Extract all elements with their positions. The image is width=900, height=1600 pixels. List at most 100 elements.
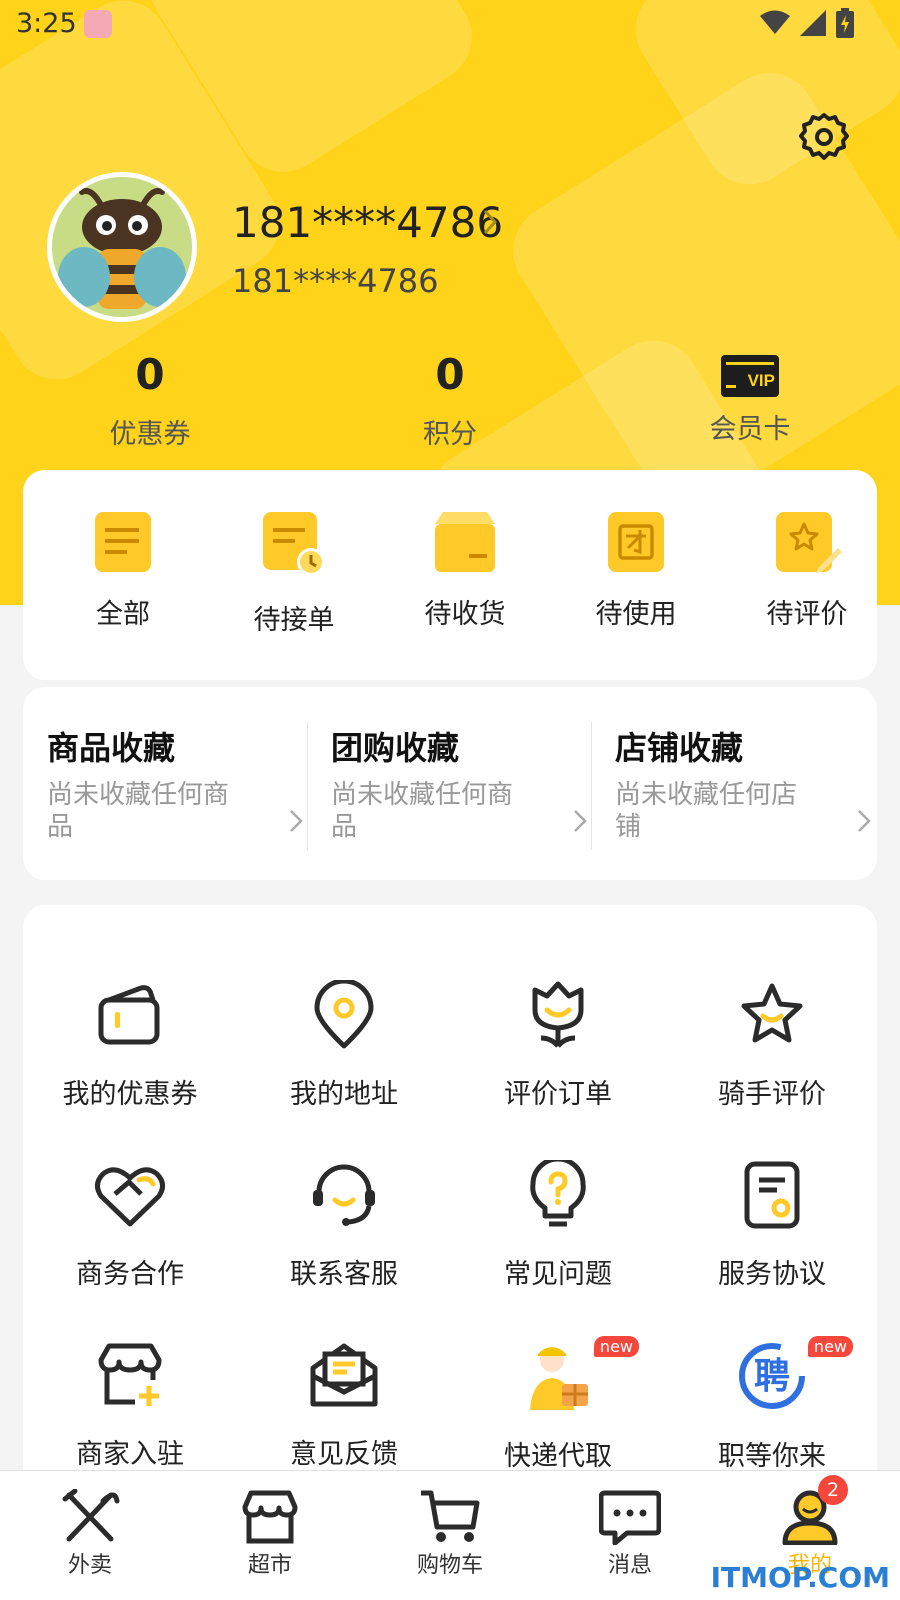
message-icon: [599, 1490, 661, 1545]
order-receiving[interactable]: 待收货: [380, 510, 550, 631]
coupon-stat[interactable]: 0 优惠券: [50, 350, 250, 451]
battery-icon: [836, 8, 854, 38]
favorite-store[interactable]: 店铺收藏 尚未收藏任何店铺: [615, 723, 885, 851]
settings-gear-icon[interactable]: [796, 110, 852, 166]
service-feedback[interactable]: 意见反馈: [237, 1340, 451, 1471]
username[interactable]: 181****4786: [232, 198, 503, 247]
vip-card-label: 会员卡: [709, 414, 791, 445]
bee-avatar-icon: [58, 188, 186, 309]
mail-icon: [310, 1343, 378, 1407]
favorite-goods[interactable]: 商品收藏 尚未收藏任何商品: [47, 723, 317, 851]
points-label: 积分: [423, 419, 477, 450]
service-jobs-label: 职等你来: [718, 1441, 826, 1472]
orders-card: 全部 待接单 待收货 待使用 待评价: [23, 470, 877, 680]
star-icon: [741, 983, 803, 1043]
order-all[interactable]: 全部: [38, 510, 208, 631]
service-merchant-join[interactable]: 商家入驻: [23, 1340, 237, 1471]
status-time: 3:25: [16, 8, 77, 39]
new-badge: new: [807, 1336, 853, 1357]
question-bulb-icon: [530, 1160, 586, 1227]
coupon-label: 优惠券: [109, 419, 191, 450]
order-pending-icon: [263, 512, 325, 576]
service-business-coop-label: 商务合作: [76, 1259, 184, 1290]
location-icon: [314, 980, 374, 1049]
chevron-right-icon[interactable]: [482, 208, 498, 236]
service-my-coupons-label: 我的优惠券: [62, 1079, 198, 1110]
user-phone: 181****4786: [232, 262, 439, 300]
wallet-icon: [98, 985, 160, 1045]
service-express-pickup-label: 快递代取: [504, 1441, 612, 1472]
tab-messages[interactable]: 消息: [560, 1489, 700, 1579]
wifi-icon: [760, 10, 790, 34]
order-receiving-label: 待收货: [424, 599, 506, 630]
headset-icon: [313, 1164, 375, 1226]
signal-icon: [800, 10, 826, 36]
service-agreement[interactable]: 服务协议: [665, 1160, 879, 1291]
favorite-groupbuy[interactable]: 团购收藏 尚未收藏任何商品: [331, 723, 601, 851]
favorites-card: 商品收藏 尚未收藏任何商品 团购收藏 尚未收藏任何商品 店铺收藏 尚未收藏任何店…: [23, 687, 877, 880]
tab-messages-label: 消息: [607, 1553, 652, 1578]
document-icon: [744, 1161, 800, 1229]
app-notification-icon: [84, 10, 112, 38]
service-rider-review-label: 骑手评价: [718, 1079, 826, 1110]
order-to-use[interactable]: 待使用: [551, 510, 721, 631]
service-customer-support[interactable]: 联系客服: [237, 1160, 451, 1291]
order-pending[interactable]: 待接单: [209, 510, 379, 637]
vip-card-icon: VIP: [721, 355, 779, 397]
store-add-icon: [98, 1343, 162, 1406]
avatar[interactable]: [47, 172, 197, 322]
coupon-count: 0: [135, 350, 165, 399]
new-badge: new: [593, 1336, 639, 1357]
chevron-right-icon: [858, 810, 871, 832]
service-review-orders-label: 评价订单: [504, 1079, 612, 1110]
chevron-right-icon: [574, 810, 587, 832]
service-express-pickup[interactable]: new 快递代取: [451, 1336, 665, 1473]
service-merchant-join-label: 商家入驻: [76, 1439, 184, 1470]
order-to-review[interactable]: 待评价: [722, 510, 892, 631]
chevron-right-icon: [290, 810, 303, 832]
order-all-icon: [95, 512, 151, 572]
favorite-groupbuy-desc: 尚未收藏任何商品: [331, 780, 514, 842]
vip-card-stat[interactable]: VIP 会员卡: [650, 350, 850, 446]
order-to-use-label: 待使用: [595, 599, 677, 630]
hire-glyph: 聘: [754, 1356, 790, 1397]
bottom-tab-bar: 外卖 超市 购物车 消息 2 我的 ITMOP.COM: [0, 1470, 900, 1600]
favorite-store-title: 店铺收藏: [615, 729, 744, 767]
points-stat[interactable]: 0 积分: [350, 350, 550, 451]
divider: [591, 722, 592, 850]
cart-icon: [421, 1490, 480, 1542]
fork-knife-icon: [62, 1489, 120, 1542]
service-my-coupons[interactable]: 我的优惠券: [23, 980, 237, 1111]
order-group-icon: [608, 512, 664, 572]
favorite-store-desc: 尚未收藏任何店铺: [615, 780, 798, 842]
service-my-address[interactable]: 我的地址: [237, 980, 451, 1111]
divider: [307, 722, 308, 850]
watermark: ITMOP.COM: [710, 1561, 890, 1594]
service-review-orders[interactable]: 评价订单: [451, 980, 665, 1111]
service-faq[interactable]: 常见问题: [451, 1160, 665, 1291]
tab-supermarket-label: 超市: [247, 1553, 292, 1578]
tab-cart[interactable]: 购物车: [380, 1489, 520, 1579]
hire-icon: 聘: [739, 1343, 805, 1409]
courier-icon: [530, 1347, 588, 1410]
tulip-icon: [532, 981, 584, 1048]
order-review-icon: [776, 512, 842, 573]
service-faq-label: 常见问题: [504, 1259, 612, 1290]
service-customer-support-label: 联系客服: [290, 1259, 398, 1290]
order-box-icon: [435, 512, 495, 572]
order-pending-label: 待接单: [253, 605, 335, 636]
favorite-goods-desc: 尚未收藏任何商品: [47, 780, 230, 842]
order-to-review-label: 待评价: [766, 599, 848, 630]
service-business-coop[interactable]: 商务合作: [23, 1160, 237, 1291]
vip-text: VIP: [747, 371, 775, 390]
service-agreement-label: 服务协议: [718, 1259, 826, 1290]
favorite-groupbuy-title: 团购收藏: [331, 729, 460, 767]
service-rider-review[interactable]: 骑手评价: [665, 980, 879, 1111]
service-jobs[interactable]: 聘 new 职等你来: [665, 1336, 879, 1473]
points-count: 0: [435, 350, 465, 399]
tab-supermarket[interactable]: 超市: [200, 1489, 340, 1579]
tab-cart-label: 购物车: [416, 1553, 483, 1578]
tab-takeout[interactable]: 外卖: [20, 1489, 160, 1579]
shop-icon: [242, 1490, 298, 1544]
status-bar: 3:25: [0, 0, 900, 48]
